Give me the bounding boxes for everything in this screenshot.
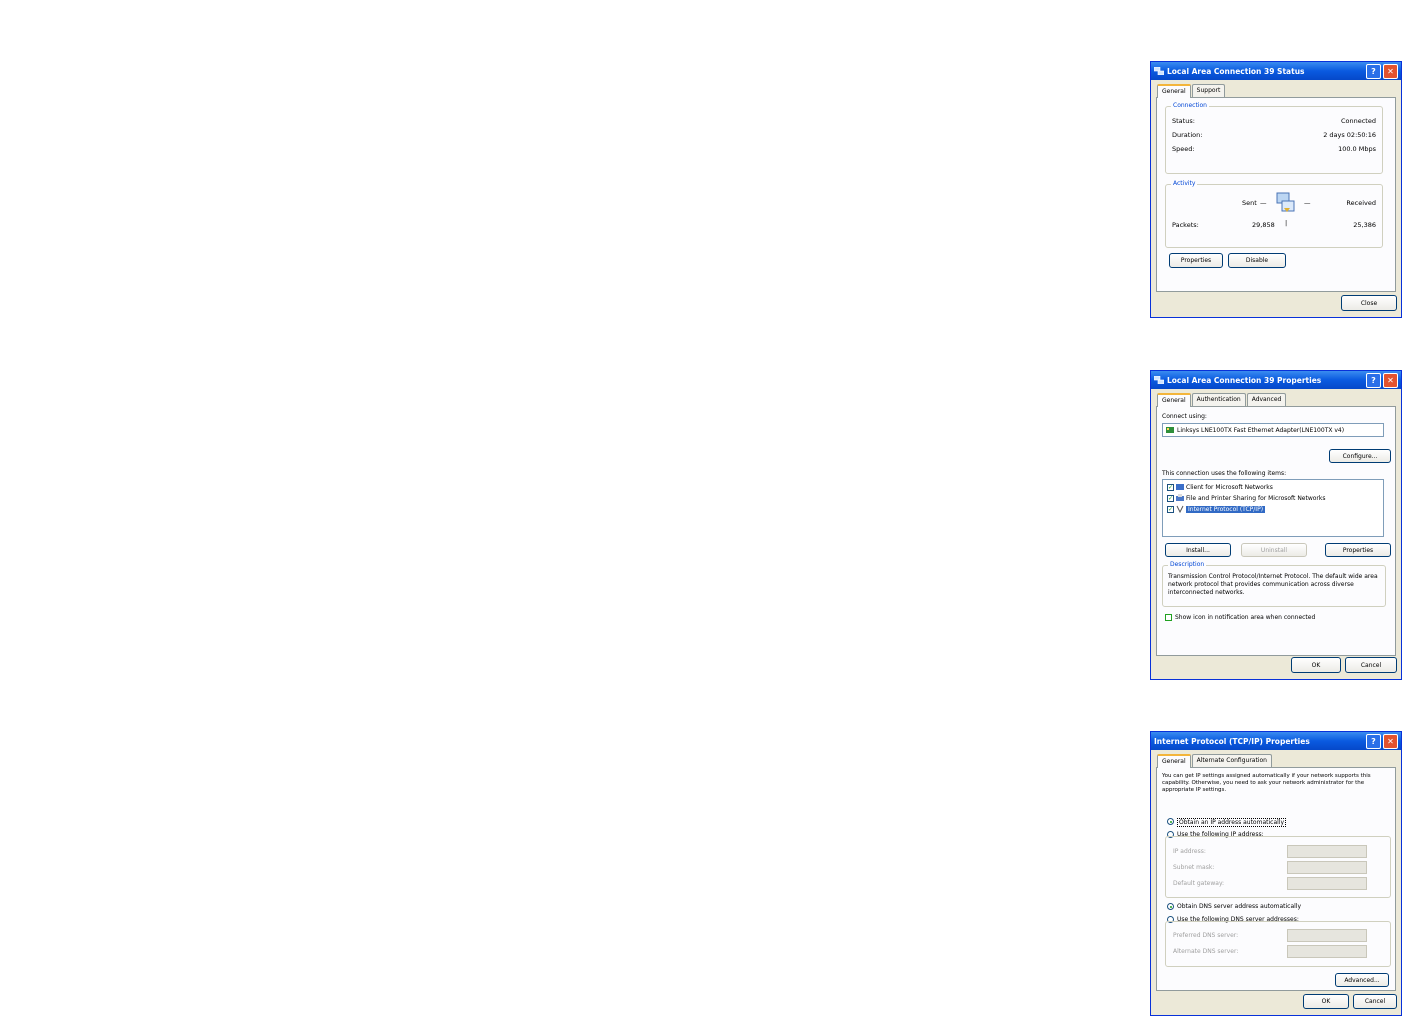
- status-window: Local Area Connection 39 Status ? ✕ Gene…: [1150, 61, 1402, 318]
- tcpip-titlebar[interactable]: Internet Protocol (TCP/IP) Properties ? …: [1151, 732, 1401, 750]
- install-button[interactable]: Install...: [1165, 543, 1231, 557]
- obtain-ip-radio[interactable]: [1167, 818, 1174, 825]
- ip-address-field[interactable]: [1287, 845, 1367, 858]
- show-icon-checkbox[interactable]: [1165, 614, 1172, 621]
- received-label: Received: [1346, 199, 1376, 207]
- adapter-name: Linksys LNE100TX Fast Ethernet Adapter(L…: [1177, 426, 1345, 434]
- connect-using-label: Connect using:: [1162, 413, 1207, 420]
- help-button[interactable]: ?: [1366, 372, 1381, 388]
- tcpip-window-title: Internet Protocol (TCP/IP) Properties: [1154, 736, 1310, 746]
- status-window-title: Local Area Connection 39 Status: [1167, 66, 1305, 76]
- description-text: Transmission Control Protocol/Internet P…: [1168, 573, 1378, 596]
- tcpip-window: Internet Protocol (TCP/IP) Properties ? …: [1150, 731, 1402, 1016]
- ip-address-label: IP address:: [1173, 848, 1206, 855]
- tcpip-panel: You can get IP settings assigned automat…: [1156, 767, 1396, 991]
- preferred-dns-field[interactable]: [1287, 929, 1367, 942]
- protocol-icon: [1176, 505, 1184, 513]
- packets-divider: |: [1285, 219, 1288, 227]
- connection-group: Connection Status: Connected Duration: 2…: [1165, 102, 1383, 174]
- close-icon[interactable]: ✕: [1383, 63, 1398, 79]
- speed-value: 100.0 Mbps: [1338, 145, 1376, 153]
- help-button[interactable]: ?: [1366, 733, 1381, 749]
- network-connection-icon: [1154, 376, 1164, 384]
- adapter-field: Linksys LNE100TX Fast Ethernet Adapter(L…: [1162, 423, 1384, 437]
- item-checkbox[interactable]: ✓: [1167, 505, 1174, 513]
- status-label: Status:: [1172, 117, 1195, 125]
- item-label: Internet Protocol (TCP/IP): [1186, 505, 1266, 513]
- packets-sent-value: 29,858: [1252, 221, 1275, 229]
- received-line: —: [1304, 199, 1311, 207]
- cancel-button[interactable]: Cancel: [1353, 994, 1397, 1009]
- intro-text: You can get IP settings assigned automat…: [1162, 773, 1371, 793]
- preferred-dns-label: Preferred DNS server:: [1173, 932, 1239, 939]
- duration-label: Duration:: [1172, 131, 1203, 139]
- activity-group-label: Activity: [1171, 180, 1198, 187]
- cancel-button[interactable]: Cancel: [1345, 657, 1397, 673]
- help-button[interactable]: ?: [1366, 63, 1381, 79]
- tab-alternate-configuration[interactable]: Alternate Configuration: [1191, 754, 1272, 767]
- properties-panel: Connect using: Linksys LNE100TX Fast Eth…: [1156, 406, 1396, 656]
- uninstall-button[interactable]: Uninstall: [1241, 543, 1307, 557]
- status-value: Connected: [1340, 117, 1376, 125]
- ok-button[interactable]: OK: [1303, 994, 1349, 1009]
- properties-window-title: Local Area Connection 39 Properties: [1167, 375, 1322, 385]
- disable-button[interactable]: Disable: [1228, 253, 1286, 268]
- close-icon[interactable]: ✕: [1383, 733, 1398, 749]
- obtain-dns-radio[interactable]: [1167, 903, 1174, 910]
- sent-label: Sent: [1242, 199, 1257, 207]
- tab-general[interactable]: General: [1157, 84, 1191, 98]
- speed-label: Speed:: [1172, 145, 1195, 153]
- properties-window: Local Area Connection 39 Properties ? ✕ …: [1150, 370, 1402, 680]
- activity-group: Activity Sent — — Received Packets: 29,8…: [1165, 180, 1383, 248]
- obtain-ip-label: Obtain an IP address automatically: [1177, 818, 1287, 827]
- obtain-dns-label: Obtain DNS server address automatically: [1177, 903, 1302, 910]
- tab-authentication[interactable]: Authentication: [1191, 393, 1246, 406]
- duration-value: 2 days 02:50:16: [1323, 131, 1376, 139]
- subnet-field[interactable]: [1287, 861, 1367, 874]
- items-label: This connection uses the following items…: [1162, 470, 1287, 477]
- tab-general[interactable]: General: [1157, 754, 1191, 768]
- list-item[interactable]: ✓ File and Printer Sharing for Microsoft…: [1167, 494, 1326, 502]
- configure-button[interactable]: Configure...: [1329, 449, 1391, 463]
- item-checkbox[interactable]: ✓: [1167, 483, 1174, 491]
- gateway-field[interactable]: [1287, 877, 1367, 890]
- ok-button[interactable]: OK: [1291, 657, 1341, 673]
- properties-titlebar[interactable]: Local Area Connection 39 Properties ? ✕: [1151, 371, 1401, 389]
- network-activity-icon: [1276, 192, 1295, 212]
- item-properties-button[interactable]: Properties: [1325, 543, 1391, 557]
- gateway-label: Default gateway:: [1173, 880, 1225, 887]
- alternate-dns-field[interactable]: [1287, 945, 1367, 958]
- dns-group: [1165, 921, 1391, 967]
- tab-general[interactable]: General: [1157, 393, 1191, 407]
- item-label: Client for Microsoft Networks: [1186, 483, 1273, 491]
- close-button[interactable]: Close: [1341, 295, 1397, 311]
- description-group: Description Transmission Control Protoco…: [1162, 561, 1386, 607]
- subnet-label: Subnet mask:: [1173, 864, 1215, 871]
- packets-received-value: 25,386: [1353, 221, 1376, 229]
- tab-advanced[interactable]: Advanced: [1246, 393, 1287, 406]
- close-icon[interactable]: ✕: [1383, 372, 1398, 388]
- items-list[interactable]: ✓ Client for Microsoft Networks ✓ File a…: [1162, 479, 1384, 537]
- packets-label: Packets:: [1172, 221, 1199, 229]
- list-item[interactable]: ✓ Internet Protocol (TCP/IP): [1167, 505, 1266, 513]
- status-panel: Connection Status: Connected Duration: 2…: [1156, 97, 1396, 292]
- file-printer-sharing-icon: [1176, 494, 1184, 501]
- show-icon-label: Show icon in notification area when conn…: [1175, 614, 1316, 621]
- item-checkbox[interactable]: ✓: [1167, 494, 1174, 502]
- list-item[interactable]: ✓ Client for Microsoft Networks: [1167, 483, 1273, 491]
- description-group-label: Description: [1168, 561, 1207, 568]
- item-label: File and Printer Sharing for Microsoft N…: [1186, 494, 1326, 502]
- alternate-dns-label: Alternate DNS server:: [1173, 948, 1239, 955]
- connection-group-label: Connection: [1171, 102, 1209, 109]
- network-adapter-icon: [1166, 427, 1174, 433]
- network-connection-icon: [1154, 67, 1164, 75]
- sent-line: —: [1260, 199, 1267, 207]
- properties-button[interactable]: Properties: [1169, 253, 1223, 268]
- status-titlebar[interactable]: Local Area Connection 39 Status ? ✕: [1151, 62, 1401, 80]
- advanced-button[interactable]: Advanced...: [1335, 973, 1389, 987]
- client-network-icon: [1176, 484, 1184, 490]
- tab-support[interactable]: Support: [1191, 84, 1226, 97]
